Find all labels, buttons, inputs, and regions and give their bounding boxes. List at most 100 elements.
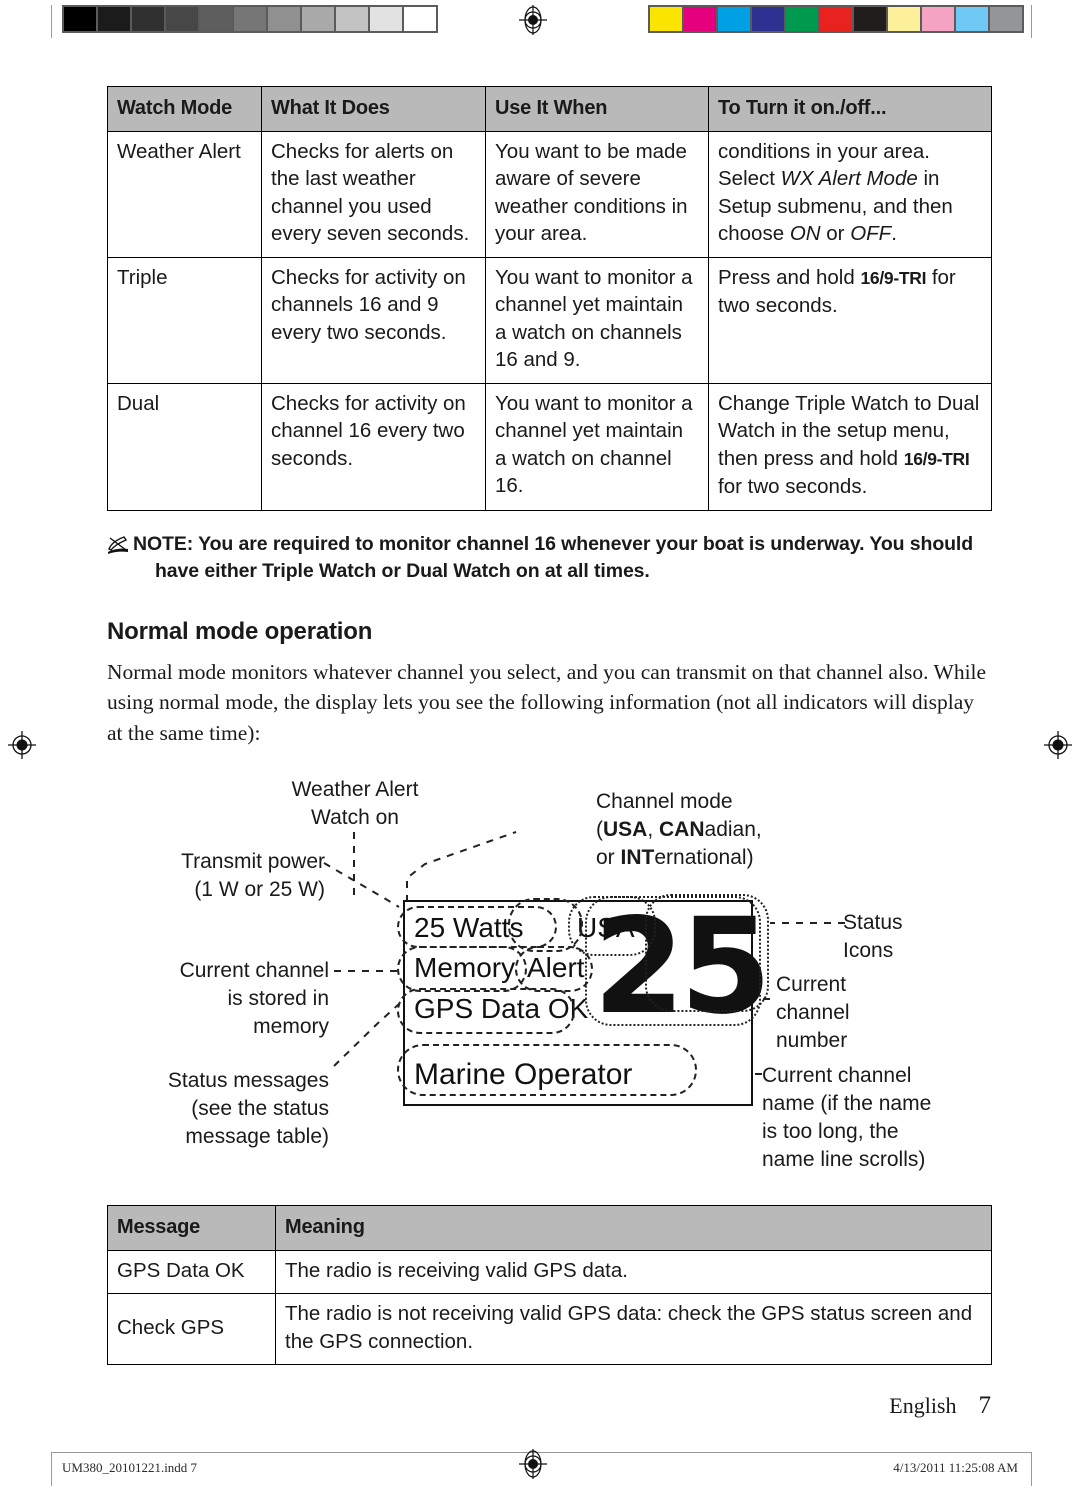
column-header-turn-on-off: To Turn it on./off... [708, 86, 992, 132]
document-page: Watch Mode What It Does Use It When To T… [0, 0, 1080, 1491]
callout-status-icons-line2: Icons [843, 939, 894, 962]
highlight-gps-status [397, 988, 575, 1034]
lcd-display-diagram: 25 Watts USA Memory Alert GPS Data OK 25… [107, 766, 991, 1191]
cell-use-it-when: You want to monitor a channel yet mainta… [485, 256, 709, 384]
column-header-what-it-does: What It Does [261, 86, 486, 132]
cell-turn-on-off: conditions in your area. Select WX Alert… [708, 130, 992, 258]
callout-transmit-power-line1: Transmit power [181, 850, 325, 873]
callout-memory-line3: memory [253, 1015, 329, 1038]
highlight-alert [515, 946, 593, 992]
callout-adian: adian, [704, 818, 762, 841]
howto-key-label: 16/9-TRI [903, 448, 970, 469]
footer-timestamp: 4/13/2011 11:25:08 AM [893, 1460, 1018, 1475]
table-row: Triple Checks for activity on channels 1… [107, 256, 992, 384]
watch-mode-table: Watch Mode What It Does Use It When To T… [107, 86, 992, 511]
column-header-use-it-when: Use It When [485, 86, 709, 132]
callout-comma: , [647, 818, 660, 841]
highlight-status-icons [645, 894, 769, 1012]
callout-channel-name-line1: Current channel [762, 1064, 912, 1087]
callout-channel-number-line2: channel [776, 1001, 850, 1024]
callout-status-icons-line1: Status [843, 911, 903, 934]
column-header-meaning: Meaning [275, 1205, 992, 1251]
callout-current-channel-memory: Current channel is stored in memory [107, 957, 329, 1041]
registration-target-icon-footer [518, 1449, 548, 1479]
howto-text: Press and hold [718, 265, 861, 289]
cell-message: Check GPS [107, 1293, 276, 1365]
page-content: Watch Mode What It Does Use It When To T… [107, 86, 992, 748]
cell-watch-mode: Dual [107, 382, 262, 511]
howto-text-4: . [891, 222, 897, 245]
footer-file-name: UM380_20101221.indd 7 [62, 1460, 198, 1475]
pencil-note-icon [107, 531, 133, 560]
page-number: 7 [978, 1392, 992, 1419]
callout-transmit-power-line2: (1 W or 25 W) [194, 878, 325, 901]
callout-weather-alert: Weather Alert Watch on [275, 776, 435, 832]
note-text: NOTE: You are required to monitor channe… [133, 531, 973, 585]
table-row: Check GPS The radio is not receiving val… [107, 1293, 992, 1365]
howto-text-3: or [820, 222, 851, 245]
callout-channel-number-line3: number [776, 1029, 848, 1052]
section-paragraph: Normal mode monitors whatever channel yo… [107, 659, 987, 745]
callout-status-messages-line3: message table) [185, 1125, 329, 1148]
callout-weather-alert-line2: Watch on [311, 806, 399, 829]
callout-channel-name-line4: name line scrolls) [762, 1148, 926, 1171]
column-header-watch-mode: Watch Mode [107, 86, 262, 132]
callout-channel-number-line1: Current [776, 973, 847, 996]
callout-status-messages-line1: Status messages [167, 1069, 329, 1092]
callout-channel-name-line2: name (if the name [762, 1092, 932, 1115]
callout-memory-line2: is stored in [227, 987, 329, 1010]
callout-channel-name-line3: is too long, the [762, 1120, 899, 1143]
howto-text-2: for two seconds. [718, 475, 868, 498]
callout-channel-mode: Channel mode (USA, CANadian, or INTernat… [596, 788, 762, 872]
cell-what-it-does: Checks for alerts on the last weather ch… [261, 130, 486, 258]
callout-memory-line1: Current channel [179, 959, 329, 982]
howto-emphasis-on: ON [789, 222, 821, 245]
callout-int: INT [620, 846, 655, 869]
table-row: Weather Alert Checks for alerts on the l… [107, 130, 992, 258]
cell-use-it-when: You want to be made aware of severe weat… [485, 130, 709, 258]
cell-watch-mode: Triple [107, 256, 262, 384]
table-header-row: Watch Mode What It Does Use It When To T… [107, 86, 992, 132]
table-row: Dual Checks for activity on channel 16 e… [107, 382, 992, 511]
cell-watch-mode: Weather Alert [107, 130, 262, 258]
cell-turn-on-off: Change Triple Watch to Dual Watch in the… [708, 382, 992, 511]
callout-ernational: ernational) [654, 846, 754, 869]
column-header-message: Message [107, 1205, 276, 1251]
print-footer-bar: UM380_20101221.indd 7 4/13/2011 11:25:08… [0, 1443, 1080, 1491]
callout-or: or [596, 846, 621, 869]
howto-key-label: 16/9-TRI [860, 267, 927, 288]
table-row: GPS Data OK The radio is receiving valid… [107, 1249, 992, 1294]
callout-usa: USA [603, 818, 648, 841]
cell-meaning: The radio is receiving valid GPS data. [275, 1249, 992, 1294]
table-header-row: Message Meaning [107, 1205, 992, 1251]
callout-weather-alert-line1: Weather Alert [291, 778, 419, 801]
callout-channel-mode-line1: Channel mode [596, 790, 733, 813]
callout-paren-open: ( [596, 818, 603, 841]
cell-message: GPS Data OK [107, 1249, 276, 1294]
cell-use-it-when: You want to monitor a channel yet mainta… [485, 382, 709, 511]
section-heading: Normal mode operation [107, 617, 373, 645]
note-callout: NOTE: You are required to monitor channe… [107, 531, 997, 585]
cell-what-it-does: Checks for activity on channels 16 and 9… [261, 256, 486, 384]
cell-meaning: The radio is not receiving valid GPS dat… [275, 1293, 992, 1365]
callout-status-icons: Status Icons [843, 909, 903, 965]
callout-status-messages: Status messages (see the status message … [107, 1067, 329, 1151]
callout-can: CAN [659, 818, 705, 841]
howto-emphasis: WX Alert Mode [780, 167, 918, 190]
callout-transmit-power: Transmit power (1 W or 25 W) [107, 848, 325, 904]
cell-turn-on-off: Press and hold 16/9-TRI for two seconds. [708, 256, 992, 384]
status-message-table: Message Meaning GPS Data OK The radio is… [107, 1205, 992, 1365]
howto-emphasis-off: OFF [850, 222, 892, 245]
highlight-channel-name [397, 1044, 697, 1096]
cell-what-it-does: Checks for activity on channel 16 every … [261, 382, 486, 511]
callout-channel-name: Current channel name (if the name is too… [762, 1062, 931, 1174]
note-line-2: have either Triple Watch or Dual Watch o… [155, 559, 650, 582]
callout-channel-number: Current channel number [776, 971, 850, 1055]
lcd-screen: 25 Watts USA Memory Alert GPS Data OK 25… [397, 894, 772, 1106]
page-footer: English 7 [889, 1392, 991, 1420]
message-table-wrapper: Message Meaning GPS Data OK The radio is… [107, 1205, 992, 1365]
highlight-memory [397, 946, 527, 992]
note-line-1: NOTE: You are required to monitor channe… [133, 532, 974, 555]
footer-language: English [889, 1393, 957, 1418]
callout-status-messages-line2: (see the status [191, 1097, 329, 1120]
